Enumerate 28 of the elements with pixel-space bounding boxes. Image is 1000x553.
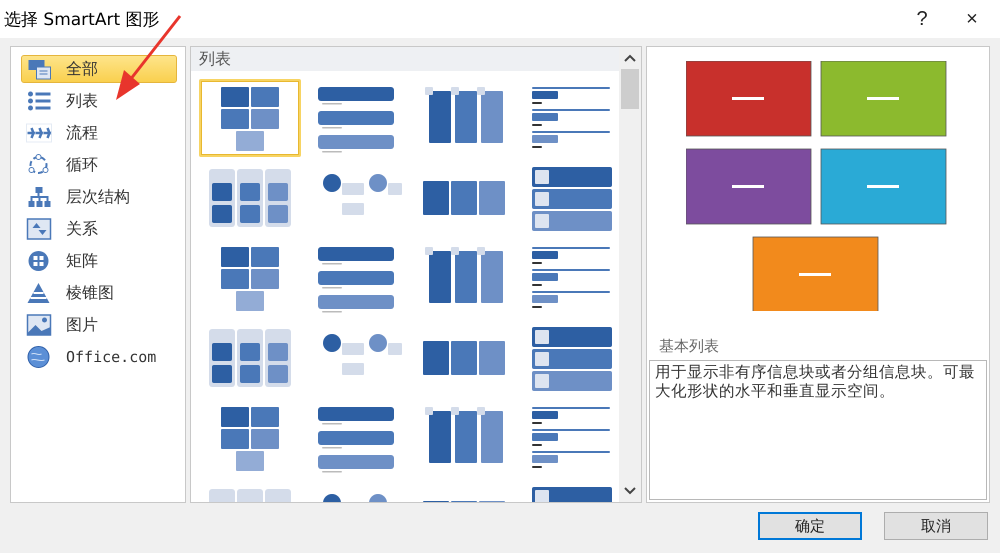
ok-button[interactable]: 确定 xyxy=(758,512,862,540)
window-title: 选择 SmartArt 图形 xyxy=(4,8,161,30)
gallery-heading: 列表 xyxy=(191,47,619,71)
category-item[interactable]: 关系 xyxy=(21,215,177,243)
category-item[interactable]: 全部 xyxy=(21,55,177,83)
layout-thumbnail[interactable] xyxy=(199,79,301,157)
layout-description: 用于显示非有序信息块或者分组信息块。可最大化形状的水平和垂直显示空间。 xyxy=(649,360,987,500)
globe-icon xyxy=(26,345,52,369)
category-item[interactable]: 棱锥图 xyxy=(21,279,177,307)
arrows-icon xyxy=(26,121,52,145)
layout-name: 基本列表 xyxy=(658,336,720,356)
arrows-box-icon xyxy=(26,217,52,241)
scroll-thumb[interactable] xyxy=(621,69,639,109)
table-icon xyxy=(26,57,52,81)
cancel-button[interactable]: 取消 xyxy=(884,512,988,540)
category-item[interactable]: 循环 xyxy=(21,151,177,179)
picture-icon xyxy=(26,313,52,337)
category-item[interactable]: 层次结构 xyxy=(21,183,177,211)
hierarchy-icon xyxy=(26,185,52,209)
pyramid-icon xyxy=(26,281,52,305)
category-item[interactable]: 图片 xyxy=(21,311,177,339)
help-button[interactable]: ? xyxy=(902,3,942,35)
category-item[interactable]: 矩阵 xyxy=(21,247,177,275)
category-item[interactable]: 列表 xyxy=(21,87,177,115)
category-item[interactable]: Office.com xyxy=(21,343,177,371)
category-item[interactable]: 流程 xyxy=(21,119,177,147)
list-icon xyxy=(26,89,52,113)
close-button[interactable]: × xyxy=(952,3,992,35)
